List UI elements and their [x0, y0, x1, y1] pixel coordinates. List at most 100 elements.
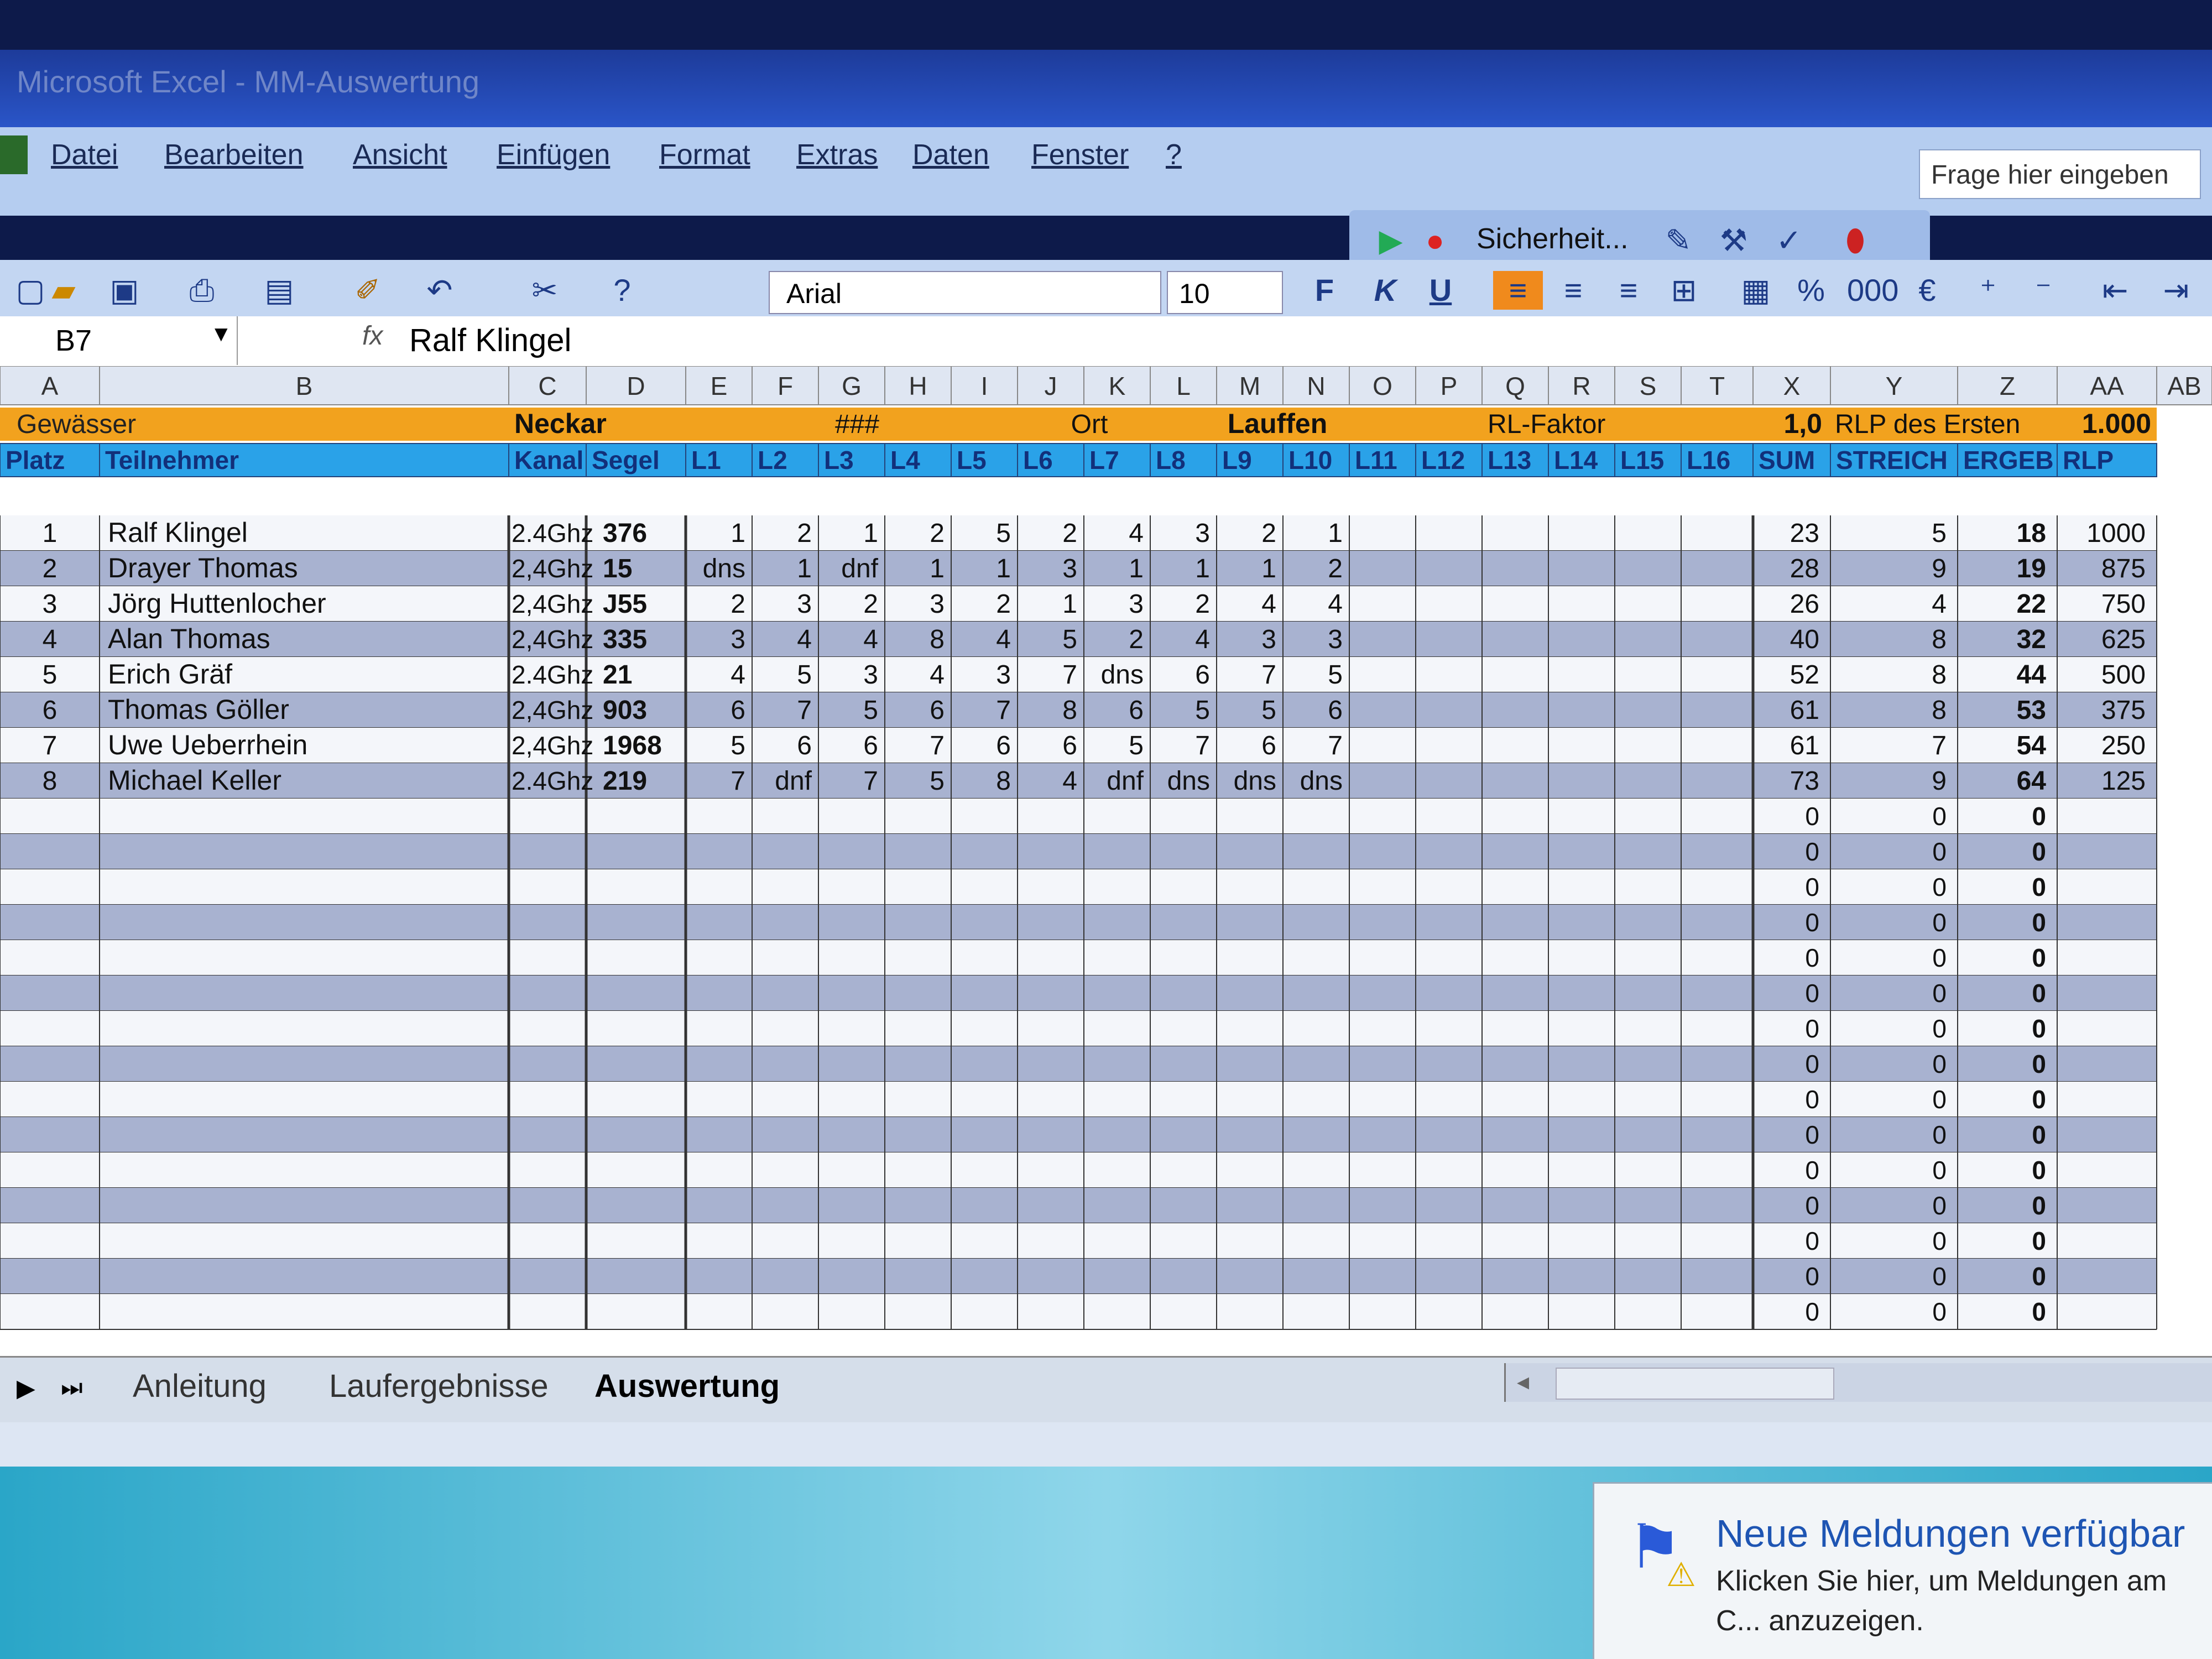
- cut-icon[interactable]: ✂: [525, 271, 564, 310]
- column-header-K[interactable]: K: [1109, 372, 1126, 400]
- open-icon[interactable]: ▰: [44, 271, 83, 310]
- increase-indent-icon[interactable]: ⇥: [2157, 271, 2195, 310]
- control-toolbox-icon[interactable]: ✎: [1659, 221, 1698, 260]
- font-name-field[interactable]: Arial: [769, 271, 1161, 314]
- record-icon[interactable]: ●: [1416, 221, 1454, 260]
- increase-decimal-icon[interactable]: ⁺: [1969, 271, 2007, 310]
- excel-app-icon[interactable]: [0, 135, 28, 174]
- column-header-E[interactable]: E: [711, 372, 728, 400]
- streich-cell: 0: [1932, 1050, 1947, 1078]
- tab-anleitung[interactable]: Anleitung: [133, 1368, 267, 1405]
- column-header-A[interactable]: A: [41, 372, 59, 400]
- column-header-AA[interactable]: AA: [2090, 372, 2124, 400]
- column-header-O[interactable]: O: [1373, 372, 1392, 400]
- column-header-M[interactable]: M: [1239, 372, 1260, 400]
- streich-cell: 0: [1932, 1120, 1947, 1149]
- format-painter-icon[interactable]: ✐: [348, 271, 387, 310]
- euro-icon[interactable]: €: [1908, 271, 1947, 310]
- column-header-Z[interactable]: Z: [2000, 372, 2015, 400]
- column-header-Q[interactable]: Q: [1505, 372, 1525, 400]
- gewaesser-label: Gewässer: [17, 410, 136, 439]
- align-right-icon[interactable]: ≡: [1609, 271, 1648, 310]
- menu-bearbeiten[interactable]: Bearbeiten: [164, 138, 304, 171]
- align-left-icon[interactable]: ≡: [1493, 271, 1543, 310]
- column-header-C[interactable]: C: [538, 372, 556, 400]
- column-header-H[interactable]: H: [909, 372, 927, 400]
- column-header-J[interactable]: J: [1045, 372, 1057, 400]
- ergeb-cell: 0: [2032, 802, 2046, 831]
- column-header-P[interactable]: P: [1441, 372, 1458, 400]
- menu-daten[interactable]: Daten: [912, 138, 989, 171]
- align-center-icon[interactable]: ≡: [1554, 271, 1593, 310]
- tab-laufergebnisse[interactable]: Laufergebnisse: [329, 1368, 549, 1405]
- menu-datei[interactable]: Datei: [51, 138, 118, 171]
- design-mode-icon[interactable]: ✓: [1770, 221, 1808, 260]
- streich-cell: 9: [1932, 766, 1947, 796]
- menu-extras[interactable]: Extras: [796, 138, 878, 171]
- menu-einfuegen[interactable]: Einfügen: [497, 138, 610, 171]
- header-l7: L7: [1089, 446, 1119, 474]
- column-header-AB[interactable]: AB: [2167, 372, 2201, 400]
- column-header-I[interactable]: I: [981, 372, 988, 400]
- sum-cell: 52: [1790, 660, 1819, 690]
- italic-button[interactable]: K: [1366, 271, 1405, 310]
- bold-button[interactable]: F: [1305, 271, 1344, 310]
- column-header-G[interactable]: G: [842, 372, 862, 400]
- column-header-T[interactable]: T: [1709, 372, 1725, 400]
- next-sheet-icon[interactable]: ▶: [17, 1374, 35, 1402]
- thousands-icon[interactable]: 000: [1847, 271, 1898, 310]
- spreadsheet-grid[interactable]: A B C D E F G H I J K L M N O P Q R S T X Y Z AA AB Gewässer Necka…: [0, 366, 2212, 1356]
- decrease-indent-icon[interactable]: ⇤: [2096, 271, 2135, 310]
- save-icon[interactable]: ▣: [105, 271, 144, 310]
- header-l1: L1: [691, 446, 721, 474]
- merge-cells-icon[interactable]: ⊞: [1665, 271, 1703, 310]
- play-icon[interactable]: ▶: [1371, 221, 1410, 260]
- lauf-cell: 8: [996, 766, 1011, 796]
- paste-icon[interactable]: ▤: [260, 271, 299, 310]
- lauf-cell: 7: [731, 766, 745, 796]
- column-header-D[interactable]: D: [627, 372, 645, 400]
- percent-icon[interactable]: %: [1792, 271, 1830, 310]
- menu-ansicht[interactable]: Ansicht: [353, 138, 447, 171]
- help-icon[interactable]: ?: [603, 271, 641, 310]
- status-bar: [0, 1422, 2212, 1467]
- platz-cell: 4: [43, 625, 58, 654]
- column-header-F[interactable]: F: [778, 372, 793, 400]
- lauf-cell: 4: [797, 625, 812, 654]
- horizontal-scrollbar[interactable]: ◂: [1504, 1363, 2212, 1402]
- column-header-L[interactable]: L: [1176, 372, 1191, 400]
- ergeb-cell: 0: [2032, 1191, 2046, 1220]
- print-icon[interactable]: ⎙: [182, 271, 221, 310]
- platz-cell: 6: [43, 696, 58, 725]
- last-sheet-icon[interactable]: ⏭: [61, 1374, 83, 1402]
- scrollbar-thumb[interactable]: [1556, 1368, 1834, 1400]
- currency-icon[interactable]: ▦: [1736, 271, 1775, 310]
- fx-icon[interactable]: fx: [362, 321, 383, 351]
- name-box[interactable]: B7: [0, 316, 238, 365]
- menu-help[interactable]: ?: [1166, 138, 1182, 171]
- font-size-field[interactable]: 10: [1167, 271, 1283, 314]
- tools-icon[interactable]: ⚒: [1714, 221, 1753, 260]
- column-header-Y[interactable]: Y: [1886, 372, 1903, 400]
- notification-balloon[interactable]: ⚑ ⚠ Neue Meldungen verfügbar Klicken Sie…: [1593, 1482, 2212, 1659]
- script-icon[interactable]: ⬮: [1836, 221, 1875, 260]
- formula-input[interactable]: Ralf Klingel: [409, 316, 571, 365]
- underline-button[interactable]: U: [1421, 271, 1460, 310]
- lauf-cell: dnf: [841, 554, 878, 583]
- decrease-decimal-icon[interactable]: ⁻: [2024, 271, 2063, 310]
- column-header-R[interactable]: R: [1572, 372, 1590, 400]
- chevron-down-icon[interactable]: ▼: [210, 322, 232, 347]
- column-header-B[interactable]: B: [296, 372, 313, 400]
- security-button[interactable]: Sicherheit...: [1477, 222, 1629, 255]
- menu-fenster[interactable]: Fenster: [1031, 138, 1129, 171]
- hash-cell: ###: [835, 410, 879, 439]
- tab-auswertung[interactable]: Auswertung: [594, 1368, 780, 1405]
- column-header-S[interactable]: S: [1640, 372, 1657, 400]
- menu-format[interactable]: Format: [659, 138, 750, 171]
- undo-icon[interactable]: ↶: [420, 271, 459, 310]
- column-header-X[interactable]: X: [1783, 372, 1801, 400]
- streich-cell: 0: [1932, 943, 1947, 972]
- scroll-left-icon[interactable]: ◂: [1517, 1368, 1529, 1396]
- ask-question-field[interactable]: Frage hier eingeben: [1919, 149, 2201, 199]
- column-header-N[interactable]: N: [1307, 372, 1325, 400]
